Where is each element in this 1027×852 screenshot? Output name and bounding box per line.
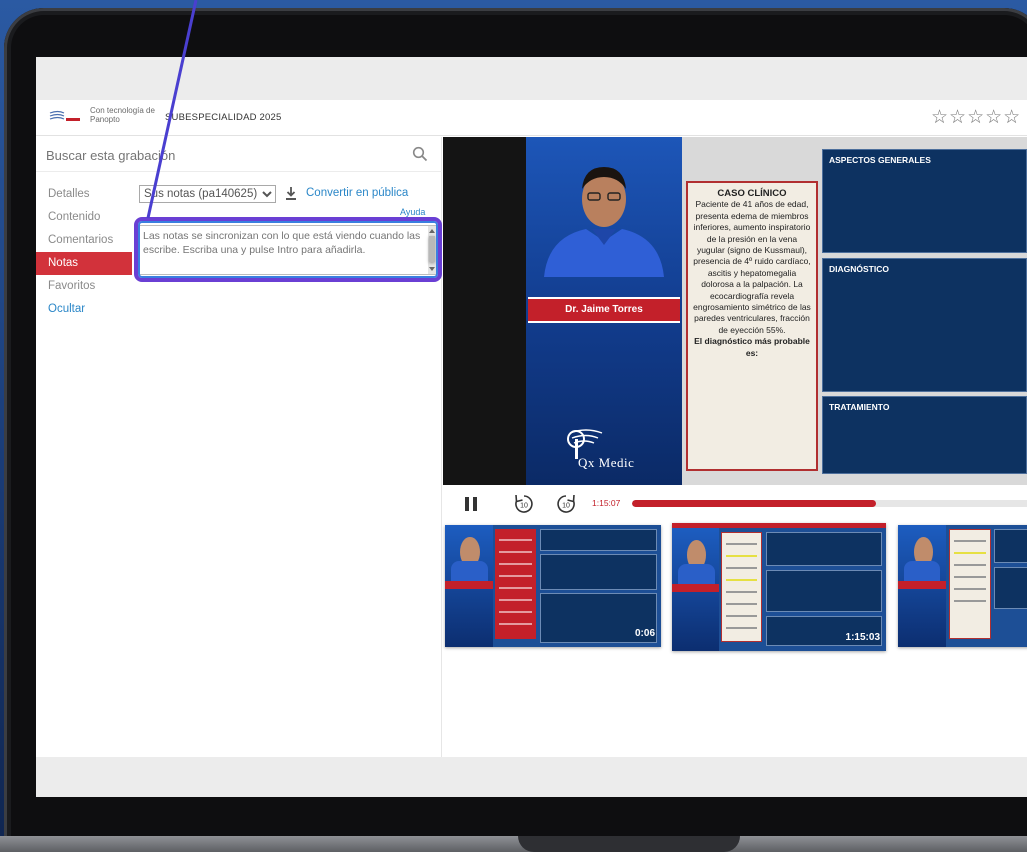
- thumb-body: [451, 561, 489, 581]
- thumb-body: [904, 561, 940, 581]
- make-public-link[interactable]: Convertir en pública: [306, 187, 408, 199]
- thumb-card: [949, 529, 991, 639]
- sidebar-item-favorites[interactable]: Favoritos: [36, 275, 132, 298]
- video-player[interactable]: Dr. Jaime Torres Qx Medic CASO CLÍNICO P…: [443, 137, 1027, 485]
- sidebar-item-content[interactable]: Contenido: [36, 206, 132, 229]
- presenter-video: Dr. Jaime Torres Qx Medic: [526, 137, 682, 485]
- rewind-10-icon[interactable]: 10: [513, 493, 535, 515]
- laptop-notch: [518, 836, 740, 852]
- pause-icon[interactable]: [463, 496, 479, 512]
- panopto-logo-icon: [49, 110, 80, 121]
- download-icon[interactable]: [285, 187, 297, 200]
- sidebar-item-hide[interactable]: Ocultar: [36, 298, 132, 321]
- help-link[interactable]: Ayuda: [400, 207, 425, 217]
- case-text: Paciente de 41 años de edad, presenta ed…: [693, 199, 811, 335]
- box-label: TRATAMIENTO: [829, 402, 890, 412]
- scroll-thumb[interactable]: [429, 236, 435, 262]
- sidebar-nav: Detalles Contenido Comentarios Notas Fav…: [36, 183, 132, 321]
- thumb-name-bar: [445, 581, 493, 589]
- diagnosis-box: DIAGNÓSTICO: [822, 258, 1027, 392]
- thumbnail[interactable]: 1:15:03: [672, 523, 886, 651]
- sidebar-item-comments[interactable]: Comentarios: [36, 229, 132, 252]
- thumbnail[interactable]: 0:06: [445, 525, 661, 647]
- progress-fill: [632, 500, 876, 507]
- scroll-down-icon[interactable]: [429, 267, 435, 271]
- forward-label: 10: [562, 503, 570, 510]
- player-controls: 10 10 1:15:07: [443, 485, 1027, 521]
- screen-bottom-bar: [36, 757, 1027, 797]
- search-icon[interactable]: [412, 146, 428, 162]
- screen: Con tecnología de Panopto SUBESPECIALIDA…: [36, 57, 1027, 797]
- video-letterbox: [443, 137, 526, 485]
- treatment-box: TRATAMIENTO: [822, 396, 1027, 474]
- thumb-name-bar: [898, 581, 946, 589]
- case-question: El diagnóstico más probable es:: [694, 336, 810, 358]
- case-title: CASO CLÍNICO: [717, 188, 787, 199]
- thumb-box: [994, 567, 1027, 609]
- progress-bar[interactable]: [632, 500, 1027, 507]
- thumb-box: [994, 529, 1027, 563]
- notes-owner-select[interactable]: Sus notas (pa140625): [139, 185, 276, 203]
- thumb-duration: 0:06: [634, 628, 655, 639]
- thumb-box: [540, 529, 657, 551]
- presenter-image: [544, 167, 664, 277]
- rewind-label: 10: [520, 503, 528, 510]
- laptop-base: [0, 836, 1027, 852]
- thumb-box: [766, 570, 882, 612]
- scroll-up-icon[interactable]: [429, 229, 435, 233]
- sidebar-item-details[interactable]: Detalles: [36, 183, 132, 206]
- thumb-card: [494, 529, 536, 639]
- thumbnail-strip: 0:06 1:15:03: [443, 521, 1027, 757]
- clinical-case-card: CASO CLÍNICO Paciente de 41 años de edad…: [686, 181, 818, 471]
- presenter-name: Dr. Jaime Torres: [528, 297, 680, 323]
- divider: [36, 171, 442, 172]
- viewer-header: Con tecnología de Panopto SUBESPECIALIDA…: [36, 100, 1027, 136]
- general-aspects-box: ASPECTOS GENERALES: [822, 149, 1027, 253]
- course-title: SUBESPECIALIDAD 2025: [165, 112, 282, 123]
- thumb-box: [766, 532, 882, 566]
- thumb-body: [678, 564, 715, 584]
- thumb-box: [540, 554, 657, 590]
- search-input[interactable]: [46, 145, 396, 165]
- box-label: DIAGNÓSTICO: [829, 264, 889, 274]
- box-label: ASPECTOS GENERALES: [829, 155, 931, 165]
- thumb-name-bar: [672, 584, 720, 592]
- notes-scrollbar[interactable]: [428, 226, 436, 274]
- forward-10-icon[interactable]: 10: [555, 493, 577, 515]
- sidebar-item-notes[interactable]: Notas: [36, 252, 132, 275]
- left-panel: Detalles Contenido Comentarios Notas Fav…: [36, 137, 442, 757]
- notes-textarea[interactable]: [139, 225, 437, 275]
- thumb-duration: 1:15:03: [845, 632, 880, 643]
- rating-stars[interactable]: ☆☆☆☆☆: [931, 106, 1021, 129]
- brand-name: Qx Medic: [578, 455, 635, 470]
- browser-top-area: [36, 57, 1027, 100]
- thumbnail[interactable]: [898, 525, 1027, 647]
- current-time: 1:15:07: [592, 498, 621, 508]
- logo-text: Con tecnología de Panopto: [90, 106, 155, 124]
- thumb-card: [721, 532, 762, 642]
